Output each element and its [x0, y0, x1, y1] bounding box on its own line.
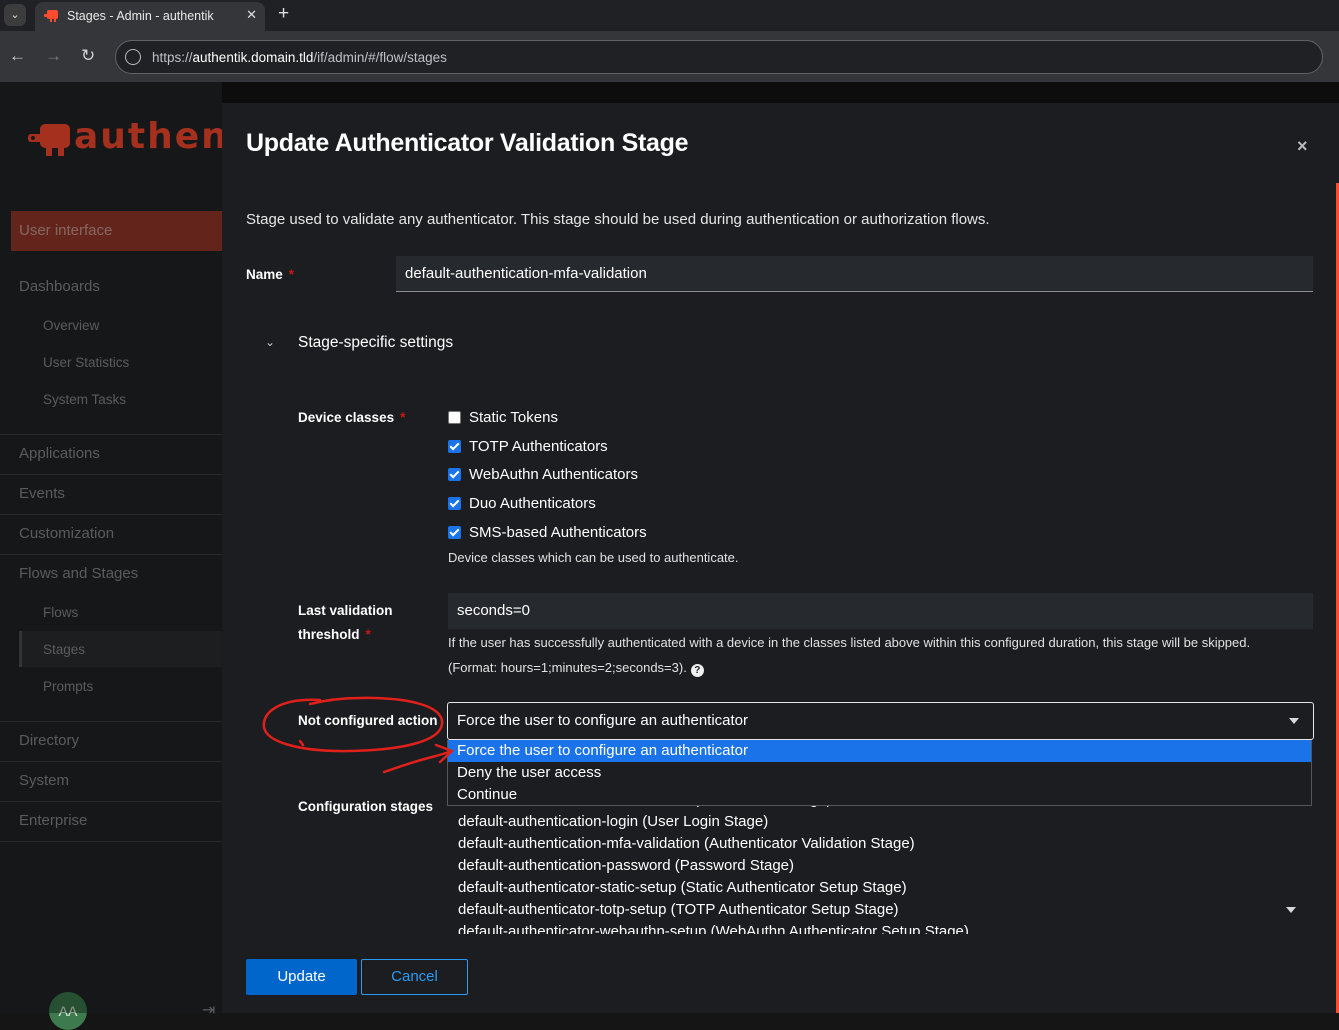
close-icon[interactable]: ×: [1297, 136, 1308, 157]
last-validation-format-help: (Format: hours=1;minutes=2;seconds=3).?: [448, 660, 704, 677]
address-bar[interactable]: https://authentik.domain.tld/if/admin/#/…: [115, 40, 1323, 74]
configuration-stages-list[interactable]: default-authentication-identification (I…: [448, 796, 1306, 934]
caret-down-icon: [1286, 907, 1296, 913]
not-configured-action-options: Force the user to configure an authentic…: [447, 740, 1312, 806]
device-class-sms[interactable]: SMS-based Authenticators: [448, 521, 647, 543]
new-tab-button[interactable]: +: [278, 4, 289, 24]
back-arrow-icon[interactable]: ←: [9, 46, 26, 66]
browser-tab-bar: ⌄ Stages - Admin - authentik ✕ +: [0, 0, 1339, 31]
device-class-static-tokens[interactable]: Static Tokens: [448, 406, 558, 428]
url-text: https://authentik.domain.tld/if/admin/#/…: [152, 50, 447, 65]
authentik-favicon-icon: [44, 10, 58, 22]
update-stage-modal: Update Authenticator Validation Stage × …: [222, 103, 1339, 1013]
modal-title: Update Authenticator Validation Stage: [246, 129, 689, 157]
device-classes-label: Device classes *: [298, 410, 406, 425]
checkbox[interactable]: [448, 439, 461, 453]
tab-close-icon[interactable]: ✕: [246, 7, 257, 23]
device-class-webauthn[interactable]: WebAuthn Authenticators: [448, 463, 638, 485]
list-item[interactable]: default-authenticator-webauthn-setup (We…: [458, 923, 969, 934]
list-item[interactable]: default-authentication-login (User Login…: [458, 813, 768, 830]
update-button[interactable]: Update: [246, 959, 357, 995]
last-validation-label-2: threshold *: [298, 627, 371, 642]
option-force-configure[interactable]: Force the user to configure an authentic…: [448, 740, 1311, 762]
name-label: Name *: [246, 267, 295, 282]
reload-icon[interactable]: ↻: [81, 46, 95, 66]
device-classes-help: Device classes which can be used to auth…: [448, 550, 739, 565]
list-item[interactable]: default-authentication-password (Passwor…: [458, 857, 794, 874]
configuration-stages-label: Configuration stages: [298, 799, 434, 814]
browser-tab[interactable]: Stages - Admin - authentik ✕: [35, 2, 265, 31]
not-configured-action-select[interactable]: Force the user to configure an authentic…: [447, 702, 1314, 740]
caret-down-icon: [1289, 718, 1299, 724]
last-validation-label: Last validation: [298, 603, 393, 618]
last-validation-input[interactable]: seconds=0: [448, 593, 1313, 629]
checkbox[interactable]: [448, 467, 461, 481]
last-validation-help: If the user has successfully authenticat…: [448, 635, 1251, 650]
chevron-down-icon[interactable]: ⌄: [265, 335, 275, 349]
name-input[interactable]: default-authentication-mfa-validation: [396, 256, 1313, 292]
list-item[interactable]: default-authenticator-totp-setup (TOTP A…: [458, 901, 899, 918]
forward-arrow-icon[interactable]: →: [45, 46, 62, 66]
checkbox[interactable]: [448, 496, 461, 510]
option-continue[interactable]: Continue: [448, 784, 1311, 806]
device-class-duo[interactable]: Duo Authenticators: [448, 492, 596, 514]
select-value: Force the user to configure an authentic…: [457, 712, 749, 729]
stage-specific-settings-toggle[interactable]: Stage-specific settings: [298, 334, 453, 352]
option-deny-access[interactable]: Deny the user access: [448, 762, 1311, 784]
browser-toolbar: ← → ↻ https://authentik.domain.tld/if/ad…: [0, 31, 1339, 82]
device-class-totp[interactable]: TOTP Authenticators: [448, 435, 608, 457]
checkbox[interactable]: [448, 525, 461, 539]
site-info-icon[interactable]: [125, 49, 141, 65]
not-configured-action-label: Not configured action: [298, 713, 438, 728]
checkbox[interactable]: [448, 410, 461, 424]
help-icon[interactable]: ?: [690, 664, 704, 677]
tab-search-chevron-icon[interactable]: ⌄: [4, 4, 26, 26]
tab-title: Stages - Admin - authentik: [67, 9, 214, 23]
cancel-button[interactable]: Cancel: [361, 959, 468, 995]
list-item[interactable]: default-authentication-mfa-validation (A…: [458, 835, 915, 852]
modal-description: Stage used to validate any authenticator…: [246, 211, 990, 228]
list-item[interactable]: default-authenticator-static-setup (Stat…: [458, 879, 907, 896]
